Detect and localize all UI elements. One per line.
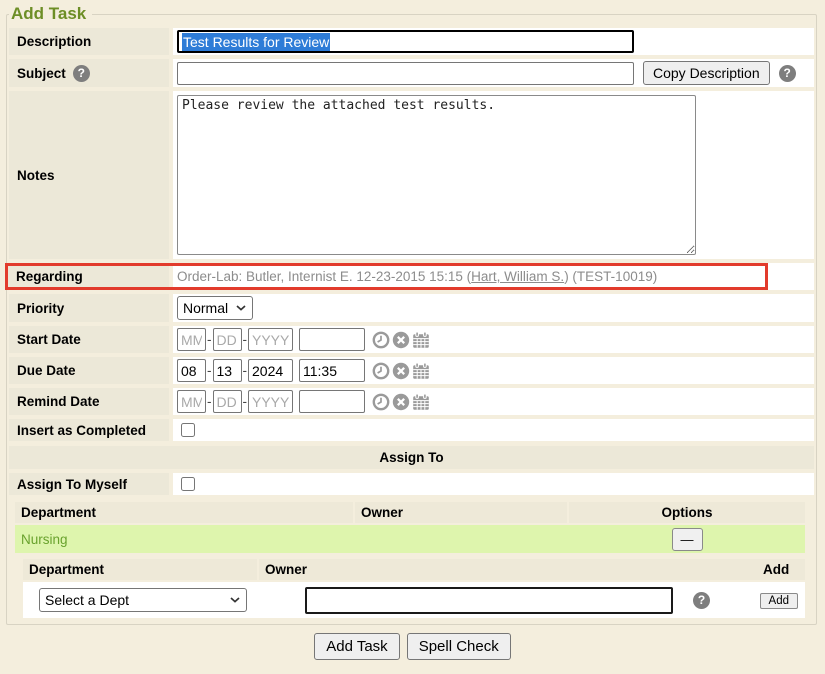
assign-myself-row: Assign To Myself [9,473,814,495]
priority-selected-value: Normal [183,300,228,316]
priority-row: Priority Normal [9,294,814,322]
add-dept-column-header: Department [23,559,257,580]
due-time-input[interactable] [299,359,365,382]
insert-completed-checkbox[interactable] [181,423,195,437]
description-row: Description Test Results for Review [9,28,814,55]
start-clear-icon[interactable] [392,331,410,349]
add-department-table: Department Owner Add Select a Dept ? Add [23,559,805,618]
remind-date-row: Remind Date - - [9,388,814,415]
regarding-text-prefix: Order-Lab: Butler, Internist E. 12-23-20… [177,269,471,284]
start-clock-icon[interactable] [372,331,390,349]
assign-myself-checkbox[interactable] [181,477,195,491]
subject-label: Subject [17,66,66,81]
notes-textarea[interactable] [177,95,696,255]
footer-actions: Add Task Spell Check [0,633,825,660]
notes-label: Notes [9,91,169,259]
start-day-input[interactable] [213,328,242,351]
due-date-row: Due Date - - [9,357,814,384]
remove-department-button[interactable]: — [672,528,703,551]
add-department-button[interactable]: Add [760,593,798,609]
insert-completed-label: Insert as Completed [9,419,169,441]
owner-search-input[interactable] [305,587,673,614]
start-year-input[interactable] [248,328,293,351]
table-row: Nursing — [15,525,805,553]
priority-select[interactable]: Normal [177,296,253,320]
copy-description-button[interactable]: Copy Description [643,61,770,85]
notes-row: Notes [9,91,814,259]
start-calendar-icon[interactable] [412,331,430,349]
start-month-input[interactable] [177,328,206,351]
due-clock-icon[interactable] [372,362,390,380]
assign-to-section-header: Assign To [9,446,814,469]
remind-month-input[interactable] [177,390,206,413]
regarding-row: Regarding Order-Lab: Butler, Internist E… [5,263,814,290]
due-year-input[interactable] [248,359,293,382]
description-input[interactable]: Test Results for Review [177,30,634,53]
assigned-departments-table: Department Owner Options Nursing — [15,502,805,553]
due-clear-icon[interactable] [392,362,410,380]
add-task-button[interactable]: Add Task [314,633,399,660]
add-department-row: Select a Dept ? Add [23,582,805,618]
due-date-label: Due Date [9,357,169,384]
chevron-down-icon [230,597,240,603]
regarding-label: Regarding [8,266,169,287]
remind-year-input[interactable] [248,390,293,413]
remind-time-input[interactable] [299,390,365,413]
remind-clock-icon[interactable] [372,393,390,411]
regarding-patient-link[interactable]: Hart, William S. [471,269,564,284]
spell-check-button[interactable]: Spell Check [407,633,511,660]
start-date-row: Start Date - - [9,326,814,353]
description-label: Description [9,28,169,55]
assigned-department-name: Nursing [15,532,355,547]
copy-description-help-icon[interactable]: ? [779,65,796,82]
due-calendar-icon[interactable] [412,362,430,380]
chevron-down-icon [236,305,246,311]
start-date-label: Start Date [9,326,169,353]
assign-myself-label: Assign To Myself [9,473,169,495]
subject-row: Subject ? Copy Description ? [9,59,814,87]
description-selected-text: Test Results for Review [182,33,330,51]
department-select[interactable]: Select a Dept [39,588,247,612]
options-column-header: Options [569,502,805,523]
subject-input[interactable] [177,62,634,85]
add-owner-column-header: Owner [259,559,757,580]
dept-column-header: Department [15,502,353,523]
add-task-fieldset: Add Task Description Test Results for Re… [6,4,817,625]
priority-label: Priority [9,294,169,322]
subject-help-icon[interactable]: ? [73,65,90,82]
regarding-text-suffix: ) (TEST-10019) [564,269,657,284]
due-day-input[interactable] [213,359,242,382]
due-month-input[interactable] [177,359,206,382]
remind-calendar-icon[interactable] [412,393,430,411]
remind-clear-icon[interactable] [392,393,410,411]
insert-completed-row: Insert as Completed [9,419,814,441]
department-selected-value: Select a Dept [45,592,129,608]
remind-date-label: Remind Date [9,388,169,415]
start-time-input[interactable] [299,328,365,351]
regarding-red-highlight: Regarding Order-Lab: Butler, Internist E… [5,263,768,290]
add-column-header: Add [757,559,805,580]
page-title: Add Task [9,4,92,24]
owner-help-icon[interactable]: ? [693,592,710,609]
remind-day-input[interactable] [213,390,242,413]
owner-column-header: Owner [355,502,567,523]
